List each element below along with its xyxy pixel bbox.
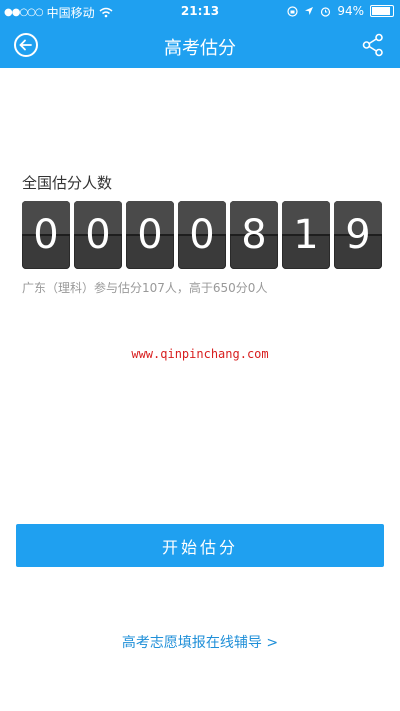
counter-digit-value: 0 (189, 212, 215, 258)
app-header: ●●○○○ 中国移动 21:13 94% 高考估分 (0, 0, 400, 68)
counter-digit: 9 (334, 201, 382, 269)
page-title: 高考估分 (164, 38, 236, 59)
counter-digit-value: 0 (137, 212, 163, 258)
counter-digit-value: 9 (345, 212, 371, 258)
status-bar: ●●○○○ 中国移动 21:13 94% (0, 0, 400, 22)
rotation-lock-icon (287, 5, 298, 17)
region-estimate-info: 广东（理科）参与估分107人，高于650分0人 (22, 281, 268, 295)
counter-digit: 0 (126, 201, 174, 269)
counter-digit-value: 0 (85, 212, 111, 258)
battery-percent: 94% (337, 4, 364, 18)
status-right: 94% (287, 4, 394, 18)
watermark-url: www.qinpinchang.com (131, 347, 269, 361)
counter-digit-value: 1 (293, 212, 319, 258)
counter-digit: 0 (22, 201, 70, 269)
nav-bar: 高考估分 (0, 22, 400, 68)
counter-digit: 8 (230, 201, 278, 269)
counter-digit-value: 0 (33, 212, 59, 258)
share-button[interactable] (362, 33, 384, 57)
volunteer-guide-link[interactable]: 高考志愿填报在线辅导 > (0, 632, 400, 652)
counter-digit: 0 (74, 201, 122, 269)
counter-digit: 1 (282, 201, 330, 269)
start-estimate-button[interactable]: 开始估分 (16, 524, 384, 567)
estimator-counter: 0 0 0 0 8 1 9 (22, 201, 382, 269)
battery-icon (370, 5, 394, 17)
total-estimators-label: 全国估分人数 (22, 174, 113, 192)
location-icon (305, 7, 314, 15)
share-icon (362, 33, 383, 57)
counter-digit: 0 (178, 201, 226, 269)
counter-digit-value: 8 (241, 212, 267, 258)
alarm-icon (321, 6, 331, 17)
